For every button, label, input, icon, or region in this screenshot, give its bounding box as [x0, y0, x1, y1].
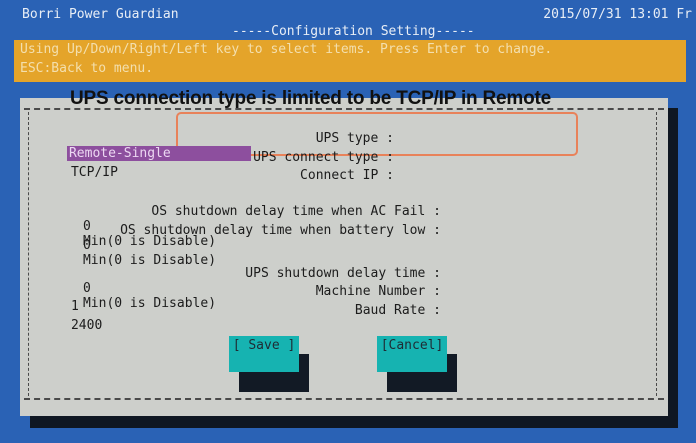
terminal-screen: Borri Power Guardian 2015/07/31 13:01 Fr… [0, 0, 696, 443]
cancel-button[interactable]: [Cancel] [377, 336, 447, 372]
datetime: 2015/07/31 13:01 Fr [543, 7, 692, 22]
baud-rate-value[interactable]: 2400 [67, 318, 102, 333]
title-bar: Borri Power Guardian 2015/07/31 13:01 Fr… [0, 0, 696, 44]
app-title: Borri Power Guardian [22, 7, 179, 22]
help-text-navigation: Using Up/Down/Right/Left key to select i… [20, 42, 553, 57]
dialog-right-border [656, 112, 657, 396]
section-title: -----Configuration Setting----- [232, 24, 475, 39]
help-bar: Using Up/Down/Right/Left key to select i… [14, 40, 686, 82]
save-button[interactable]: [ Save ] [229, 336, 299, 372]
dialog-bottom-border [24, 398, 664, 400]
configuration-dialog: UPS connection type is limited to be TCP… [20, 88, 668, 416]
help-text-escape: ESC:Back to menu. [20, 61, 154, 76]
connect-ip-label: Connect IP : [300, 168, 394, 183]
baud-rate-label: Baud Rate : [354, 303, 441, 318]
annotation-callout: UPS connection type is limited to be TCP… [70, 88, 552, 109]
os-shutdown-battery-low-label: OS shutdown delay time when battery low … [120, 223, 441, 238]
